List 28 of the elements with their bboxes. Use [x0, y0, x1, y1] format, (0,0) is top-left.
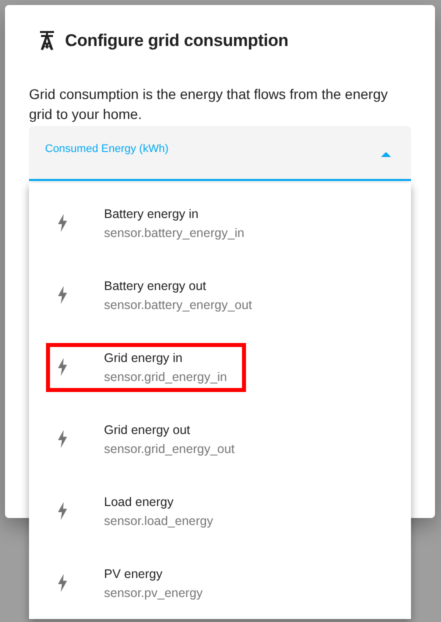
menu-item[interactable]: PV energy sensor.pv_energy	[29, 547, 411, 619]
menu-item[interactable]: Load energy sensor.load_energy	[29, 475, 411, 547]
option-name: Battery energy out	[104, 278, 208, 292]
entity-id: sensor.grid_energy_out	[104, 442, 235, 456]
lightning-icon	[58, 214, 67, 232]
entity-id: sensor.pv_energy	[104, 586, 203, 600]
menu-item[interactable]: Battery energy out sensor.battery_energy_out	[29, 259, 411, 331]
entity-id: sensor.battery_energy_out	[104, 298, 252, 312]
menu-item[interactable]: Grid energy out sensor.grid_energy_out	[29, 403, 411, 475]
field-label: Consumed Energy (kWh)	[45, 143, 168, 155]
entity-id: sensor.load_energy	[104, 514, 214, 528]
lightning-icon	[58, 286, 67, 304]
caret-icon	[381, 152, 391, 157]
option-name: Load energy	[104, 494, 175, 508]
option-name: Battery energy in	[104, 206, 200, 220]
lightning-icon	[58, 574, 67, 592]
entity-id: sensor.battery_energy_in	[104, 226, 244, 240]
lightning-icon	[58, 430, 67, 448]
lightning-icon	[58, 502, 67, 520]
lightning-icon	[58, 358, 67, 376]
option-name: Grid energy in	[104, 350, 184, 364]
option-name: PV energy	[104, 566, 164, 580]
menu-item[interactable]: Grid energy in sensor.grid_energy_in	[29, 331, 411, 403]
entity-id: sensor.grid_energy_in	[104, 370, 227, 384]
menu-item[interactable]: Battery energy in sensor.battery_energy_in	[29, 187, 411, 259]
dialog-title: Configure grid consumption	[65, 31, 288, 51]
option-name: Grid energy out	[104, 422, 192, 436]
dialog-description: Grid consumption is the energy that flows from the energy grid to your home.	[29, 85, 389, 124]
